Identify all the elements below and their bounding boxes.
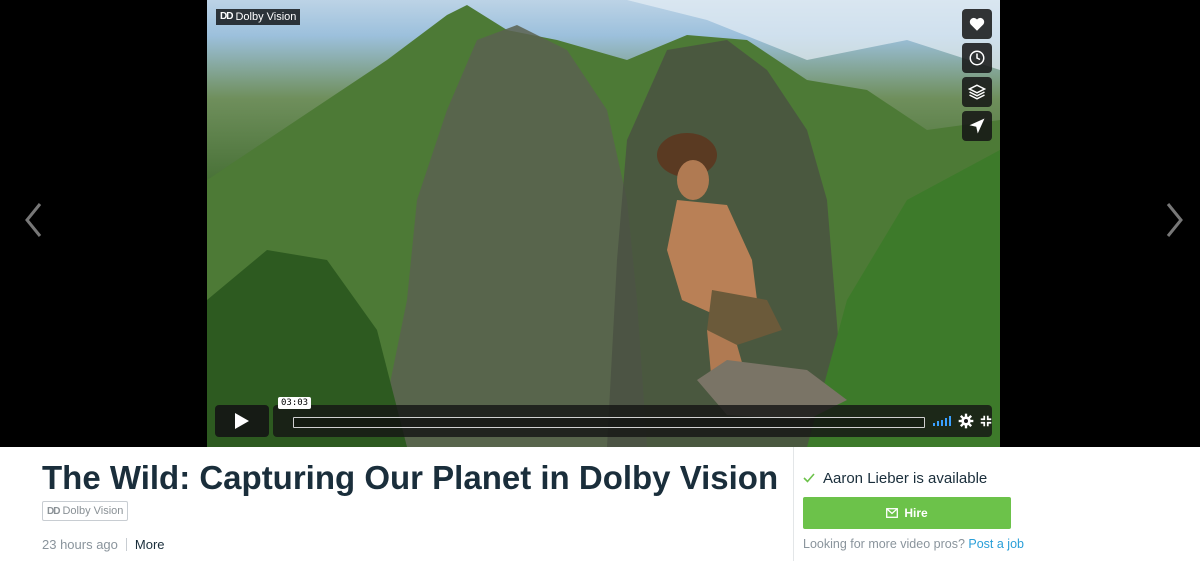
dolby-vision-badge: DD Dolby Vision <box>42 501 129 522</box>
share-button[interactable] <box>962 111 992 141</box>
hire-button[interactable]: Hire <box>803 497 1011 529</box>
availability-status: Aaron Lieber is available <box>803 466 1013 490</box>
dolby-logo: DD <box>47 505 60 517</box>
play-button[interactable] <box>215 405 269 437</box>
more-link[interactable]: More <box>135 537 165 552</box>
watch-later-button[interactable] <box>962 43 992 73</box>
volume-bar <box>949 416 951 426</box>
next-video-button[interactable] <box>1162 200 1186 240</box>
video-title-text: The Wild: Capturing Our Planet in Dolby … <box>42 459 779 496</box>
dolby-badge-label: Dolby Vision <box>235 11 297 23</box>
more-pros-text: Looking for more video pros? <box>803 537 965 551</box>
clock-icon <box>969 50 985 66</box>
more-pros-prompt: Looking for more video pros? Post a job <box>803 537 1024 551</box>
layers-icon <box>968 84 986 100</box>
post-job-link[interactable]: Post a job <box>968 537 1024 551</box>
gear-icon[interactable] <box>958 413 974 429</box>
panel-divider <box>793 447 794 561</box>
video-title: The Wild: Capturing Our Planet in Dolby … <box>42 460 782 530</box>
video-player[interactable]: DD Dolby Vision 03:03 <box>207 0 1000 447</box>
player-controls: 03:03 <box>215 397 993 437</box>
fullscreen-icon[interactable] <box>979 414 993 428</box>
progress-bar[interactable] <box>293 417 925 428</box>
time-display: 03:03 <box>278 397 312 409</box>
volume-bar <box>945 418 947 426</box>
like-button[interactable] <box>962 9 992 39</box>
chevron-right-icon <box>1166 203 1183 237</box>
video-meta: 23 hours ago More <box>42 537 165 552</box>
video-stage: DD Dolby Vision 03:03 <box>0 0 1200 447</box>
video-frame <box>207 0 1000 447</box>
check-icon <box>803 473 815 483</box>
dolby-badge-label: Dolby Vision <box>62 504 124 517</box>
video-info: The Wild: Capturing Our Planet in Dolby … <box>42 460 782 530</box>
meta-divider <box>125 538 127 551</box>
posted-time: 23 hours ago <box>42 537 118 552</box>
dolby-logo: DD <box>220 11 233 22</box>
hire-button-label: Hire <box>904 506 928 520</box>
volume-bar <box>937 421 939 426</box>
send-icon <box>969 118 985 134</box>
control-bar: 03:03 <box>273 397 993 437</box>
availability-label: Aaron Lieber is available <box>823 469 988 487</box>
volume-bar <box>941 420 943 426</box>
volume-control[interactable] <box>933 416 951 426</box>
volume-bar <box>933 423 935 426</box>
heart-icon <box>969 17 985 31</box>
play-icon <box>235 413 249 429</box>
video-side-actions <box>962 9 992 141</box>
previous-video-button[interactable] <box>22 200 46 240</box>
dolby-vision-badge: DD Dolby Vision <box>216 9 301 25</box>
hire-panel: Aaron Lieber is available Hire Looking f… <box>803 466 1024 551</box>
mail-icon <box>886 508 899 518</box>
chevron-left-icon <box>25 203 42 237</box>
collections-button[interactable] <box>962 77 992 107</box>
